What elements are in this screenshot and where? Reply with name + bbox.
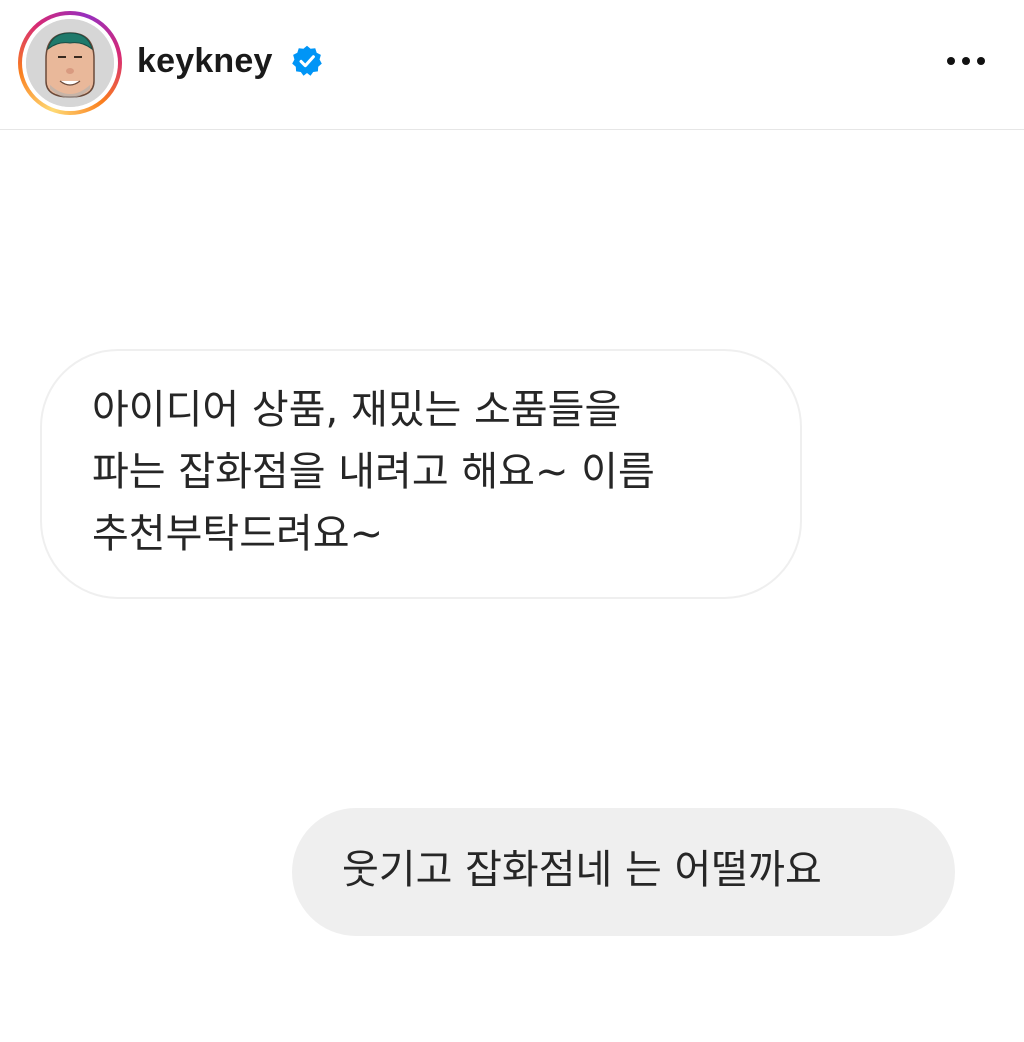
avatar[interactable] <box>26 19 114 107</box>
username[interactable]: keykney <box>137 38 273 84</box>
sent-message-bubble[interactable]: 웃기고 잡화점네 는 어떨까요 <box>292 808 955 936</box>
more-options-icon[interactable] <box>936 44 996 78</box>
post-header: keykney <box>0 0 1024 130</box>
dm-conversation: 아이디어 상품, 재밌는 소품들을 파는 잡화점을 내려고 해요~ 이름 추천부… <box>0 131 1024 1042</box>
story-ring[interactable] <box>18 11 122 115</box>
received-message-bubble[interactable]: 아이디어 상품, 재밌는 소품들을 파는 잡화점을 내려고 해요~ 이름 추천부… <box>40 349 802 599</box>
verified-badge-icon <box>292 45 322 76</box>
avatar-cartoon-face-icon <box>26 19 114 107</box>
